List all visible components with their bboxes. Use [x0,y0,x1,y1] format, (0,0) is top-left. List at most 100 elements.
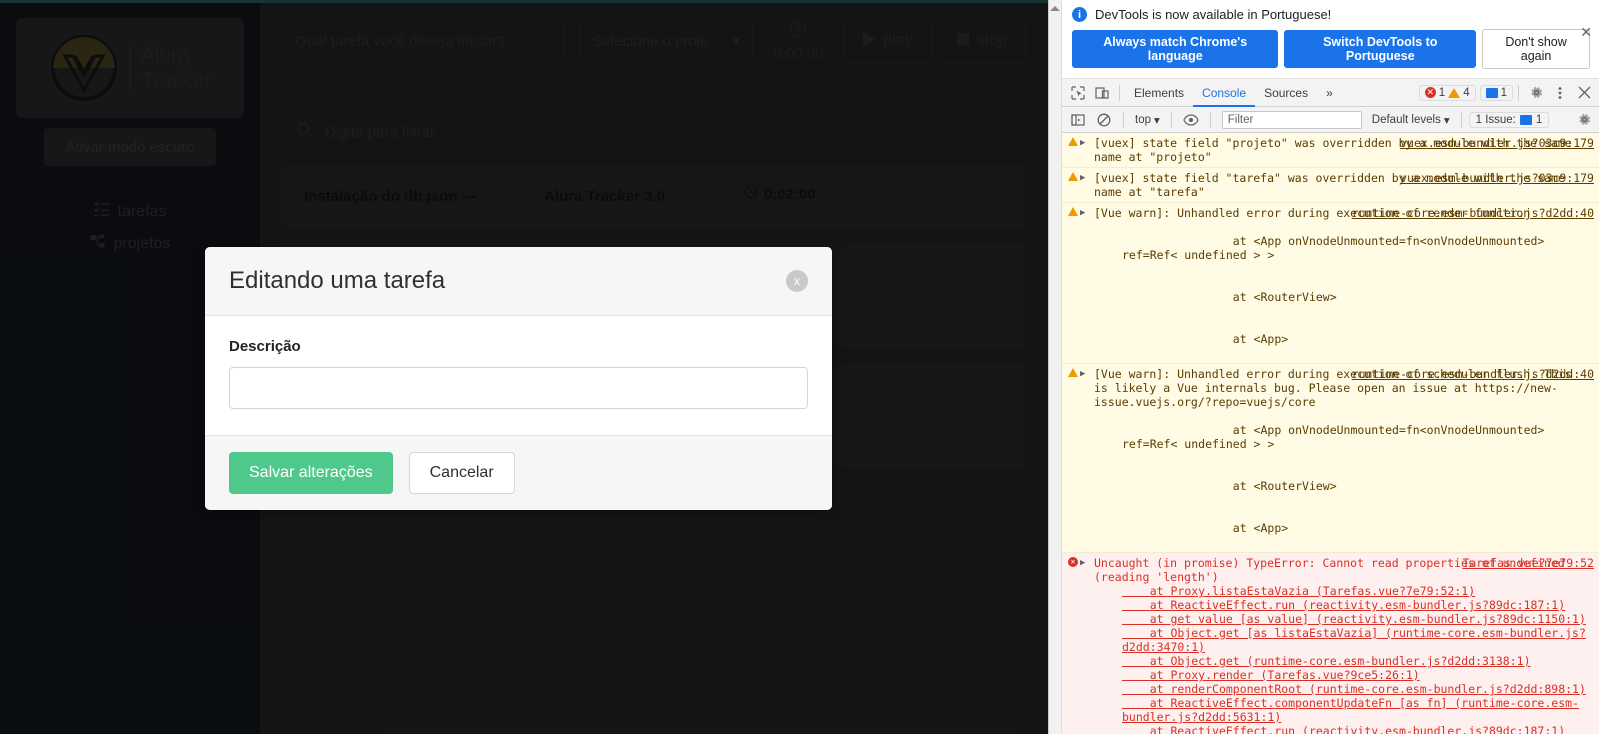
dont-show-again-button[interactable]: Don't show again [1482,29,1590,69]
info-icon: i [1072,7,1087,22]
divider [1119,84,1120,101]
message-counter[interactable]: 1 [1479,84,1513,101]
execution-context-value: top [1135,113,1151,126]
console-message-source[interactable]: runtime-core.esm-bundler.js?d2dd:40 [1352,367,1594,381]
stack-frame-text: at <RouterView> [1218,290,1337,304]
divider [1518,84,1519,101]
stack-frame: at ReactiveEffect.componentUpdateFn [as … [1094,696,1592,724]
log-levels-value: Default levels [1371,113,1441,126]
expand-arrow-icon[interactable]: ▶ [1080,557,1085,570]
stack-frame-text[interactable]: at ReactiveEffect.componentUpdateFn [as … [1122,696,1579,724]
log-gutter: ▶ [1068,136,1094,164]
console-message-source[interactable]: vuex.esm-bundler.js?03c9:179 [1400,171,1594,185]
devtools-tabbar: Elements Console Sources » ✕ 1 4 1 [1062,79,1599,107]
warning-icon [1068,368,1078,377]
close-devtools-icon[interactable] [1572,81,1596,105]
stack-frame: at Object.get (runtime-core.esm-bundler.… [1094,654,1592,668]
description-input[interactable] [229,367,808,409]
console-message-body: Uncaught (in promise) TypeError: Cannot … [1094,556,1596,734]
modal-footer: Salvar alterações Cancelar [205,435,832,510]
inspect-element-icon[interactable] [1066,81,1090,105]
chevron-down-icon: ▾ [1154,114,1160,127]
app-window: Alura Tracker Ativar modo escuro [0,0,1048,734]
console-settings-gear-icon[interactable] [1572,108,1596,132]
stack-frame-text: at <App> [1218,332,1289,346]
stack-frame-text[interactable]: at renderComponentRoot (runtime-core.esm… [1122,682,1586,696]
stack-frame-text[interactable]: at ReactiveEffect.run (reactivity.esm-bu… [1122,724,1565,734]
console-message-source[interactable]: Tarefas.vue?7e79:52 [1462,556,1594,570]
clear-console-icon[interactable] [1092,108,1116,132]
chevron-down-icon: ▾ [1443,114,1450,127]
stack-frame: at <App onVnodeUnmounted=fn<onVnodeUnmou… [1094,409,1592,465]
close-icon[interactable]: x [786,270,808,292]
stack-frame: at <App> [1094,507,1592,549]
toggle-device-toolbar-icon[interactable] [1090,81,1114,105]
console-message-body: [Vue warn]: Unhandled error during execu… [1094,367,1596,549]
stack-frame-text[interactable]: at Object.get (runtime-core.esm-bundler.… [1122,654,1531,668]
stack-frame: at Proxy.listaEstaVazia (Tarefas.vue?7e7… [1094,584,1592,598]
expand-arrow-icon[interactable]: ▶ [1080,368,1085,381]
stack-frame-text[interactable]: at Proxy.listaEstaVazia (Tarefas.vue?7e7… [1122,584,1475,598]
expand-arrow-icon[interactable]: ▶ [1080,207,1085,220]
modal-header: Editando uma tarefa x [205,247,832,316]
log-gutter: ▶ [1068,171,1094,199]
modal-body: Descrição [205,316,832,435]
more-tabs-icon[interactable]: » [1317,79,1342,107]
expand-arrow-icon[interactable]: ▶ [1080,137,1085,150]
close-icon[interactable]: ✕ [1580,24,1592,41]
console-message-warning[interactable]: ▶ [vuex] state field "projeto" was overr… [1062,133,1599,168]
stack-frame-text[interactable]: at ReactiveEffect.run (reactivity.esm-bu… [1122,598,1565,612]
stack-frame: at <App> [1094,318,1592,360]
live-expression-eye-icon[interactable] [1179,108,1203,132]
error-warning-counter[interactable]: ✕ 1 4 [1418,84,1476,101]
log-levels-select[interactable]: Default levels ▾ [1368,113,1454,127]
stack-frame-text: at <RouterView> [1218,479,1337,493]
stack-frame: at <RouterView> [1094,276,1592,318]
stack-frame: at Object.get [as listaEstaVazia] (runti… [1094,626,1592,654]
stack-frame-text: at <App onVnodeUnmounted=fn<onVnodeUnmou… [1122,423,1552,451]
stack-frame: at Proxy.render (Tarefas.vue?9ce5:26:1) [1094,668,1592,682]
console-message-error[interactable]: ✕ ▶ Uncaught (in promise) TypeError: Can… [1062,553,1599,734]
log-gutter: ▶ [1068,367,1094,549]
always-match-language-button[interactable]: Always match Chrome's language [1072,30,1279,68]
warning-icon [1068,172,1078,181]
issues-chip[interactable]: 1 Issue: 1 [1468,111,1550,128]
expand-arrow-icon[interactable]: ▶ [1080,172,1085,185]
save-button[interactable]: Salvar alterações [229,452,393,494]
stack-frame-text[interactable]: at Proxy.render (Tarefas.vue?9ce5:26:1) [1122,668,1420,682]
edit-task-modal: Editando uma tarefa x Descrição Salvar a… [205,247,832,510]
console-message-source[interactable]: runtime-core.esm-bundler.js?d2dd:40 [1352,206,1594,220]
console-log[interactable]: ▶ [vuex] state field "projeto" was overr… [1062,133,1599,734]
devtools-scroll-gutter[interactable] [1049,0,1062,734]
console-message-warning[interactable]: ▶ [vuex] state field "tarefa" was overri… [1062,168,1599,203]
divider [1123,111,1124,128]
stack-frame: at get value [as value] (reactivity.esm-… [1094,612,1592,626]
execution-context-select[interactable]: top ▾ [1131,113,1164,127]
console-sidebar-icon[interactable] [1066,108,1090,132]
stack-frame-text[interactable]: at Object.get [as listaEstaVazia] (runti… [1122,626,1586,654]
tab-console[interactable]: Console [1193,79,1255,107]
error-icon: ✕ [1068,557,1078,567]
console-message-warning[interactable]: ▶ [Vue warn]: Unhandled error during exe… [1062,203,1599,364]
gear-icon[interactable] [1524,81,1548,105]
console-message-body: [Vue warn]: Unhandled error during execu… [1094,206,1596,360]
issues-count: 1 [1535,113,1543,126]
message-icon [1485,87,1498,98]
tab-elements[interactable]: Elements [1125,79,1193,107]
console-message-source[interactable]: vuex.esm-bundler.js?03c9:179 [1400,136,1594,150]
console-toolbar: top ▾ Default levels ▾ [1062,107,1599,133]
log-gutter: ✕ ▶ [1068,556,1094,734]
switch-devtools-language-button[interactable]: Switch DevTools to Portuguese [1284,30,1477,68]
more-options-icon[interactable] [1548,81,1572,105]
log-gutter: ▶ [1068,206,1094,360]
tab-sources[interactable]: Sources [1255,79,1317,107]
stack-frame-text[interactable]: at get value [as value] (reactivity.esm-… [1122,612,1586,626]
stack-frame: at ReactiveEffect.run (reactivity.esm-bu… [1094,598,1592,612]
devtools-panel: i DevTools is now available in Portugues… [1048,0,1599,734]
cancel-button[interactable]: Cancelar [408,452,515,494]
error-icon: ✕ [1424,87,1436,98]
scroll-up-icon[interactable] [1050,6,1060,11]
console-message-warning[interactable]: ▶ [Vue warn]: Unhandled error during exe… [1062,364,1599,553]
divider [1209,111,1211,128]
console-filter-input[interactable] [1221,110,1362,129]
